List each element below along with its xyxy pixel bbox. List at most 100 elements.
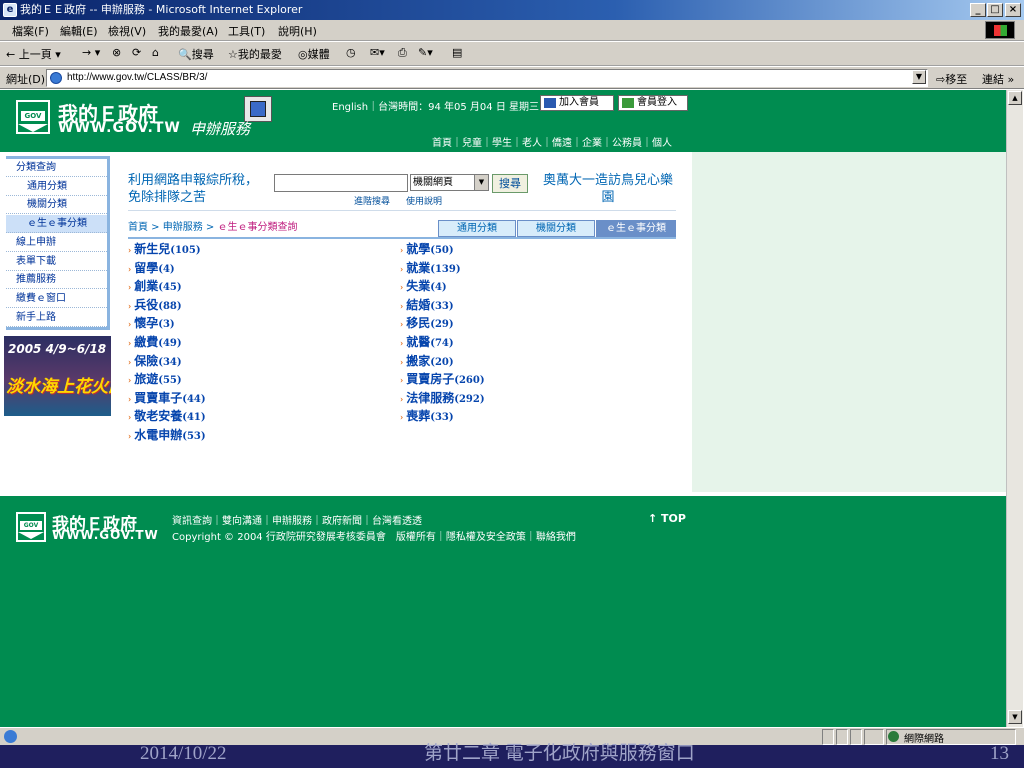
category-link[interactable]: › 失業(4) bbox=[400, 277, 447, 294]
search-submit-button[interactable]: 搜尋 bbox=[492, 174, 528, 193]
tab-general[interactable]: 通用分類 bbox=[438, 220, 516, 237]
vertical-scrollbar[interactable]: ▲ ▼ bbox=[1006, 90, 1023, 727]
discuss-icon[interactable]: ▤ bbox=[452, 46, 462, 59]
category-name: 水電申辦 bbox=[134, 428, 183, 442]
bullet-icon: › bbox=[400, 263, 404, 274]
category-link[interactable]: › 敬老安養(41) bbox=[128, 407, 206, 424]
breadcrumb-home[interactable]: 首頁 bbox=[128, 222, 148, 233]
sidebar-item[interactable]: 繳費ｅ窗口 bbox=[6, 290, 107, 308]
slide-date: 2014/10/22 bbox=[140, 743, 227, 764]
category-link[interactable]: › 就醫(74) bbox=[400, 333, 454, 350]
category-link[interactable]: › 旅遊(55) bbox=[128, 370, 182, 387]
sidebar-item[interactable]: 機關分類 bbox=[6, 196, 107, 215]
gov-logo-icon[interactable]: GOV bbox=[16, 100, 50, 134]
mail-icon[interactable]: ✉▾ bbox=[370, 46, 385, 59]
sidebar-item[interactable]: 通用分類 bbox=[6, 178, 107, 196]
category-link[interactable]: › 就學(50) bbox=[400, 240, 454, 257]
stop-icon[interactable]: ⊗ bbox=[112, 46, 121, 59]
promo-park-link[interactable]: 奧萬大一造訪鳥兒心樂園 bbox=[540, 172, 676, 206]
maximize-button[interactable]: □ bbox=[987, 3, 1003, 17]
join-member-label: 加入會員 bbox=[559, 97, 599, 108]
category-link[interactable]: › 創業(45) bbox=[128, 277, 182, 294]
category-link[interactable]: › 留學(4) bbox=[128, 259, 175, 276]
category-name: 創業 bbox=[134, 279, 159, 294]
home-icon[interactable]: ⌂ bbox=[152, 46, 159, 59]
forward-button[interactable]: → ▾ bbox=[82, 46, 100, 59]
category-link[interactable]: › 喪葬(33) bbox=[400, 407, 454, 424]
category-link[interactable]: › 兵役(88) bbox=[128, 296, 182, 313]
menu-view[interactable]: 檢視(V) bbox=[108, 23, 146, 39]
breadcrumb-services[interactable]: 申辦服務 bbox=[163, 222, 203, 233]
category-count: (44) bbox=[182, 393, 206, 405]
category-link[interactable]: › 搬家(20) bbox=[400, 352, 454, 369]
category-link[interactable]: › 買賣車子(44) bbox=[128, 389, 206, 406]
category-count: (41) bbox=[182, 412, 206, 424]
category-link[interactable]: › 水電申辦(53) bbox=[128, 426, 206, 443]
scroll-up-icon[interactable]: ▲ bbox=[1008, 91, 1022, 105]
bullet-icon: › bbox=[400, 338, 404, 348]
minimize-button[interactable]: _ bbox=[970, 3, 986, 17]
top-links[interactable]: English｜台灣時間：94 年05 月04 日 星期三 bbox=[332, 98, 539, 113]
search-button[interactable]: 🔍搜尋 bbox=[178, 46, 214, 62]
category-link[interactable]: › 繳費(49) bbox=[128, 333, 182, 350]
category-count: (49) bbox=[158, 338, 182, 349]
category-link[interactable]: › 就業(139) bbox=[400, 259, 461, 276]
back-to-top-link[interactable]: ↑ TOP bbox=[648, 512, 686, 525]
category-link[interactable]: › 結婚(33) bbox=[400, 296, 454, 313]
address-input[interactable]: http://www.gov.tw/CLASS/BR/3/ bbox=[46, 69, 928, 87]
category-link[interactable]: › 買賣房子(260) bbox=[400, 370, 485, 387]
usage-help-link[interactable]: 使用說明 bbox=[406, 194, 442, 207]
join-member-button[interactable]: 加入會員 bbox=[540, 95, 614, 111]
category-link[interactable]: › 保險(34) bbox=[128, 352, 182, 369]
sidebar-item[interactable]: 線上申辦 bbox=[6, 234, 107, 252]
fireworks-banner[interactable]: 2005 4/9~6/18 淡水海上花火節 bbox=[4, 336, 111, 416]
footer-links[interactable]: 資訊查詢｜雙向溝通｜申辦服務｜政府新聞｜台灣看透透 bbox=[172, 512, 422, 527]
category-link[interactable]: › 懷孕(3) bbox=[128, 314, 175, 331]
promo-tax-link[interactable]: 利用網路申報綜所稅，免除排隊之苦 bbox=[128, 172, 258, 206]
sidebar-item[interactable]: 新手上路 bbox=[6, 309, 107, 327]
edit-icon[interactable]: ✎▾ bbox=[418, 46, 433, 59]
search-label: 搜尋 bbox=[191, 48, 214, 61]
bullet-icon: › bbox=[400, 282, 404, 293]
slide-caption: 第廿二章 電子化政府與服務窗口 bbox=[424, 743, 695, 764]
category-link[interactable]: › 移民(29) bbox=[400, 314, 454, 331]
go-button[interactable]: ⇨移至 bbox=[936, 71, 967, 87]
close-button[interactable]: × bbox=[1005, 3, 1021, 17]
menu-edit[interactable]: 編輯(E) bbox=[60, 23, 98, 39]
sidebar-item[interactable]: 推薦服務 bbox=[6, 271, 107, 290]
links-button[interactable]: 連結 » bbox=[982, 71, 1014, 87]
member-login-button[interactable]: 會員登入 bbox=[618, 95, 688, 111]
favorites-icon: ☆ bbox=[228, 48, 238, 61]
gov-logo-icon: GOV bbox=[16, 512, 46, 542]
tab-underline bbox=[128, 237, 676, 239]
category-link[interactable]: › 法律服務(292) bbox=[400, 389, 485, 406]
advanced-search-link[interactable]: 進階搜尋 bbox=[354, 194, 390, 207]
category-name: 法律服務 bbox=[406, 390, 455, 405]
menu-help[interactable]: 說明(H) bbox=[278, 23, 317, 39]
back-button[interactable]: ← 上一頁 ▾ bbox=[6, 46, 61, 62]
search-input[interactable] bbox=[274, 174, 408, 192]
category-link[interactable]: › 新生兒(105) bbox=[128, 240, 201, 257]
menu-favorites[interactable]: 我的最愛(A) bbox=[158, 23, 218, 39]
sidebar-item[interactable]: 表單下載 bbox=[6, 253, 107, 271]
refresh-icon[interactable]: ⟳ bbox=[132, 46, 141, 59]
favorites-button[interactable]: ☆我的最愛 bbox=[228, 46, 282, 62]
sidebar-item[interactable]: ｅ生ｅ事分類 bbox=[6, 215, 107, 234]
menu-file[interactable]: 檔案(F) bbox=[12, 23, 49, 39]
tab-life-events[interactable]: ｅ生ｅ事分類 bbox=[596, 220, 676, 237]
bullet-icon: › bbox=[400, 412, 404, 423]
category-name: 新生兒 bbox=[134, 242, 171, 256]
category-name: 敬老安養 bbox=[134, 409, 183, 424]
category-count: (45) bbox=[158, 282, 182, 294]
menu-tools[interactable]: 工具(T) bbox=[228, 23, 265, 39]
tab-agency[interactable]: 機關分類 bbox=[517, 220, 595, 237]
address-dropdown-icon[interactable]: ▼ bbox=[912, 70, 926, 84]
scroll-down-icon[interactable]: ▼ bbox=[1008, 710, 1022, 724]
history-icon[interactable]: ◷ bbox=[346, 46, 356, 59]
audience-nav[interactable]: 首頁｜兒童｜學生｜老人｜僑遠｜企業｜公務員｜個人 bbox=[432, 134, 672, 149]
search-scope-select[interactable]: 機關網頁 ▼ bbox=[410, 174, 489, 191]
bullet-icon: › bbox=[128, 431, 132, 441]
sidebar-item[interactable]: 分類查詢 bbox=[6, 159, 107, 177]
print-icon[interactable]: ⎙ bbox=[398, 46, 407, 60]
media-button[interactable]: ◎媒體 bbox=[298, 46, 330, 62]
